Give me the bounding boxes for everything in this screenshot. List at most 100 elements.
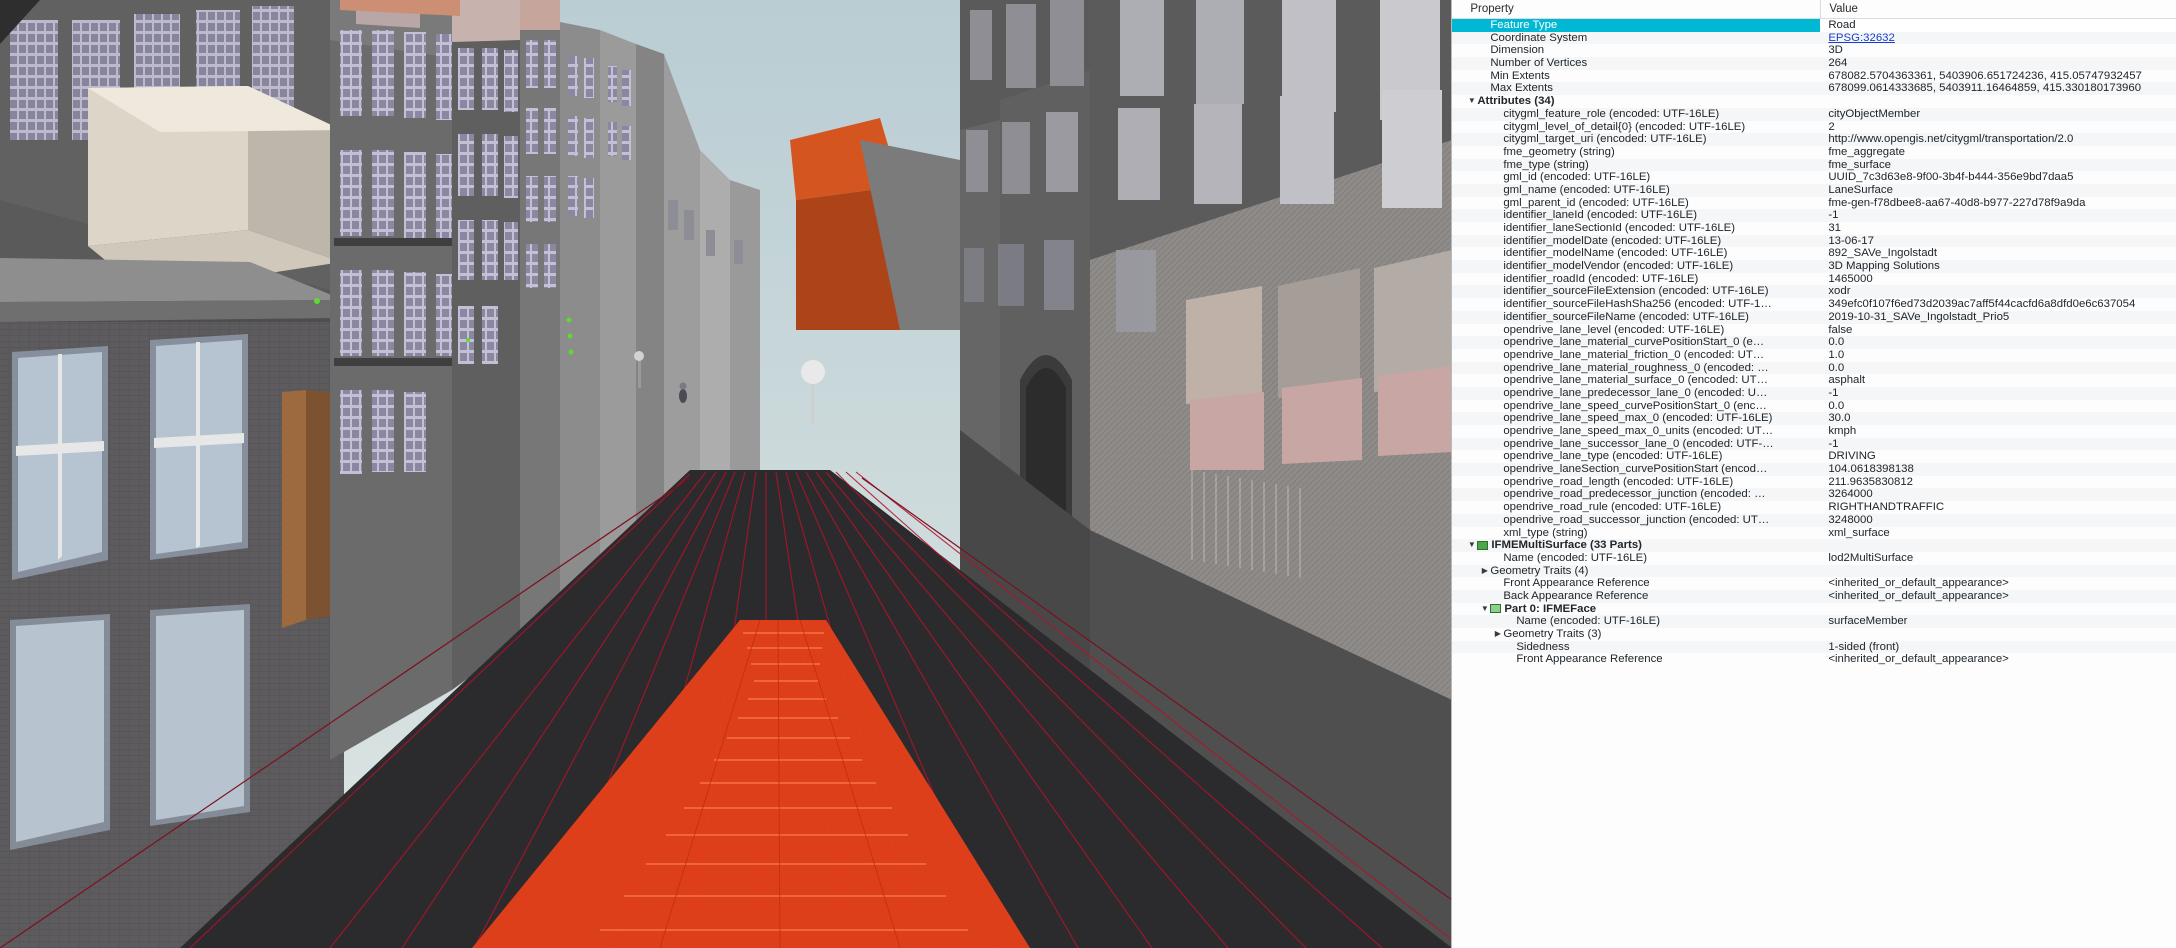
property-rows[interactable]: Feature Type Road Coordinate System EPSG:3… [1452,19,2176,666]
value-cell[interactable]: xodr [1820,285,2176,298]
value-cell[interactable]: 0.0 [1820,336,2176,349]
value-cell[interactable]: UUID_7c3d63e8-9f00-3b4f-b444-356e9bd7daa… [1820,171,2176,184]
property-row[interactable]: identifier_modelName (encoded: UTF-16LE)… [1452,247,2176,260]
property-row[interactable]: Front Appearance Reference <inherited_or_… [1452,653,2176,666]
property-row[interactable]: Min Extents 678082.5704363361, 5403906.65… [1452,70,2176,83]
property-row[interactable]: xml_type (string) xml_surface [1452,527,2176,540]
value-cell[interactable]: 211.9635830812 [1820,476,2176,489]
value-cell[interactable]: 1.0 [1820,349,2176,362]
property-cell[interactable]: Front Appearance Reference [1452,577,1820,590]
property-row[interactable]: opendrive_lane_speed_max_0 (encoded: UTF… [1452,412,2176,425]
value-cell[interactable]: 892_SAVe_Ingolstadt [1820,247,2176,260]
chevron-right-icon[interactable]: ▶ [1492,628,1503,641]
property-cell[interactable]: opendrive_lane_speed_max_0_units (encode… [1452,425,1820,438]
property-cell[interactable]: identifier_modelDate (encoded: UTF-16LE) [1452,235,1820,248]
property-row[interactable]: opendrive_lane_predecessor_lane_0 (encod… [1452,386,2176,400]
property-row[interactable]: opendrive_road_length (encoded: UTF-16LE… [1452,476,2176,489]
value-cell[interactable]: 2019-10-31_SAVe_Ingolstadt_Prio5 [1820,311,2176,324]
property-row[interactable]: ▼ Attributes (34) [1452,95,2176,108]
property-cell[interactable]: opendrive_lane_level (encoded: UTF-16LE) [1452,324,1820,337]
property-cell[interactable]: citygml_level_of_detail{0} (encoded: UTF… [1452,121,1820,134]
value-cell[interactable]: 349efc0f107f6ed73d2039ac7aff5f44cacfd6a8… [1820,298,2176,311]
value-cell[interactable]: 3264000 [1820,488,2176,501]
property-row[interactable]: opendrive_lane_speed_curvePositionStart_… [1452,400,2176,413]
property-cell[interactable]: identifier_modelVendor (encoded: UTF-16L… [1452,260,1820,273]
coordinate-system-link[interactable]: EPSG:32632 [1828,32,1895,44]
value-cell[interactable]: RIGHTHANDTRAFFIC [1820,501,2176,514]
property-cell[interactable]: ▼ IFMEMultiSurface (33 Parts) [1452,539,1820,552]
property-cell[interactable]: identifier_laneSectionId (encoded: UTF-1… [1452,222,1820,235]
property-row[interactable]: opendrive_lane_successor_lane_0 (encoded… [1452,437,2176,451]
property-row[interactable]: Sidedness 1-sided (front) [1452,640,2176,654]
property-cell[interactable]: Number of Vertices [1452,57,1820,70]
value-cell[interactable]: 3D Mapping Solutions [1820,260,2176,273]
property-row[interactable]: opendrive_road_successor_junction (encod… [1452,513,2176,527]
property-row[interactable]: Feature Type Road [1452,19,2176,32]
property-cell[interactable]: Min Extents [1452,70,1820,83]
value-cell[interactable]: 0.0 [1820,400,2176,413]
property-cell[interactable]: identifier_laneId (encoded: UTF-16LE) [1452,209,1820,222]
property-cell[interactable]: opendrive_road_length (encoded: UTF-16LE… [1452,476,1820,489]
feature-information-panel[interactable]: Property Value Feature Type Road Coordina… [1451,0,2176,948]
chevron-down-icon[interactable]: ▼ [1479,603,1490,616]
property-row[interactable]: identifier_modelVendor (encoded: UTF-16L… [1452,260,2176,273]
property-cell[interactable]: Sidedness [1452,641,1820,654]
chevron-down-icon[interactable]: ▼ [1466,95,1477,108]
property-cell[interactable]: opendrive_road_rule (encoded: UTF-16LE) [1452,501,1820,514]
value-cell[interactable]: 104.0618398138 [1820,463,2176,476]
value-cell[interactable]: fme-gen-f78dbee8-aa67-40d8-b977-227d78f9… [1820,197,2176,210]
property-cell[interactable]: Name (encoded: UTF-16LE) [1452,552,1820,565]
property-row[interactable]: opendrive_lane_material_curvePositionSta… [1452,336,2176,349]
property-cell[interactable]: opendrive_road_predecessor_junction (enc… [1452,488,1820,501]
property-row[interactable]: fme_geometry (string) fme_aggregate [1452,146,2176,159]
value-cell[interactable]: surfaceMember [1820,615,2176,628]
property-cell[interactable]: identifier_sourceFileExtension (encoded:… [1452,285,1820,298]
property-row[interactable]: Name (encoded: UTF-16LE) surfaceMember [1452,615,2176,628]
property-row[interactable]: ▶ Geometry Traits (4) [1452,564,2176,578]
chevron-down-icon[interactable]: ▼ [1466,539,1477,552]
property-row[interactable]: identifier_sourceFileName (encoded: UTF-… [1452,310,2176,324]
value-cell[interactable]: <inherited_or_default_appearance> [1820,653,2176,666]
3d-scene-viewport[interactable] [0,0,1452,948]
value-cell[interactable]: false [1820,324,2176,337]
property-row[interactable]: identifier_roadId (encoded: UTF-16LE) 146… [1452,273,2176,286]
property-cell[interactable]: opendrive_lane_material_friction_0 (enco… [1452,349,1820,362]
value-cell[interactable]: 1-sided (front) [1820,641,2176,654]
value-cell[interactable]: 31 [1820,222,2176,235]
value-cell[interactable]: 13-06-17 [1820,235,2176,248]
property-row[interactable]: fme_type (string) fme_surface [1452,158,2176,172]
property-cell[interactable]: gml_parent_id (encoded: UTF-16LE) [1452,197,1820,210]
value-cell[interactable]: 3248000 [1820,514,2176,527]
property-row[interactable]: Front Appearance Reference <inherited_or_… [1452,577,2176,590]
property-cell[interactable]: identifier_modelName (encoded: UTF-16LE) [1452,247,1820,260]
property-row[interactable]: opendrive_road_rule (encoded: UTF-16LE) R… [1452,501,2176,514]
property-cell[interactable]: Max Extents [1452,82,1820,95]
value-cell[interactable]: 678099.0614333685, 5403911.16464859, 415… [1820,82,2176,95]
property-row[interactable]: opendrive_lane_material_roughness_0 (enc… [1452,361,2176,375]
property-row[interactable]: opendrive_lane_type (encoded: UTF-16LE) D… [1452,450,2176,463]
property-cell[interactable]: opendrive_laneSection_curvePositionStart… [1452,463,1820,476]
property-row[interactable]: Number of Vertices 264 [1452,57,2176,70]
property-row[interactable]: citygml_level_of_detail{0} (encoded: UTF… [1452,121,2176,134]
property-row[interactable]: Back Appearance Reference <inherited_or_d… [1452,589,2176,603]
property-cell[interactable]: identifier_sourceFileHashSha256 (encoded… [1452,298,1820,311]
value-cell[interactable]: 2 [1820,121,2176,134]
column-header-value[interactable]: Value [1820,0,2176,18]
value-cell[interactable]: xml_surface [1820,527,2176,540]
value-cell[interactable]: cityObjectMember [1820,108,2176,121]
column-header-property[interactable]: Property [1452,0,1820,18]
value-cell[interactable]: fme_surface [1820,159,2176,172]
value-cell[interactable]: <inherited_or_default_appearance> [1820,590,2176,603]
property-row[interactable]: identifier_laneId (encoded: UTF-16LE) -1 [1452,209,2176,222]
property-row[interactable]: ▼ IFMEMultiSurface (33 Parts) [1452,539,2176,552]
value-cell[interactable]: kmph [1820,425,2176,438]
property-row[interactable]: opendrive_lane_material_surface_0 (encod… [1452,374,2176,387]
property-cell[interactable]: Front Appearance Reference [1452,653,1820,666]
chevron-right-icon[interactable]: ▶ [1479,565,1490,578]
property-cell[interactable]: opendrive_road_successor_junction (encod… [1452,514,1820,527]
property-cell[interactable]: fme_type (string) [1452,159,1820,172]
property-cell[interactable]: ▶ Geometry Traits (4) [1452,565,1820,578]
value-cell[interactable] [1820,539,2176,552]
property-row[interactable]: identifier_laneSectionId (encoded: UTF-1… [1452,222,2176,235]
property-cell[interactable]: Dimension [1452,44,1820,57]
